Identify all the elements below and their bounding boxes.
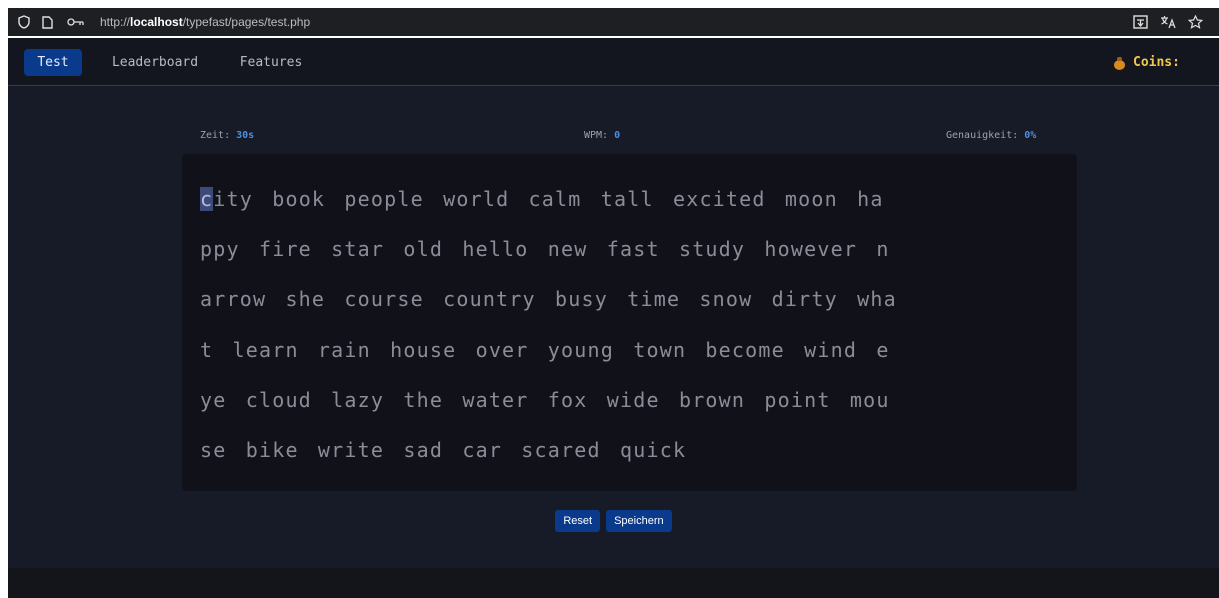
page: http://localhost/typefast/pages/test.php…: [0, 0, 1219, 598]
text-line-6: se bike write sad car scared quick: [200, 438, 687, 462]
shield-icon[interactable]: [17, 14, 31, 30]
browser-actions: [1133, 8, 1203, 36]
url-path: /typefast/pages/test.php: [182, 15, 311, 29]
save-button[interactable]: Speichern: [606, 510, 672, 532]
text-line-4: t learn rain house over young town becom…: [200, 338, 890, 362]
url-host: localhost: [130, 15, 183, 29]
accuracy-stat: Genauigkeit: 0%: [946, 130, 1036, 141]
browser-toolbar: http://localhost/typefast/pages/test.php: [8, 8, 1219, 36]
url-scheme: http://: [100, 15, 131, 29]
bookmark-star-icon[interactable]: [1188, 15, 1203, 29]
nav-leaderboard[interactable]: Leaderboard: [107, 49, 203, 76]
text-line-1-rest: ity book people world calm tall excited …: [213, 187, 884, 211]
reset-button[interactable]: Reset: [555, 510, 601, 532]
text-line-3: arrow she course country busy time snow …: [200, 287, 897, 311]
wpm-value: 0: [614, 130, 621, 141]
nav-test[interactable]: Test: [24, 49, 82, 76]
time-label: Zeit:: [200, 130, 231, 141]
footer: [8, 568, 1219, 598]
nav-features[interactable]: Features: [236, 49, 306, 76]
wpm-stat: WPM: 0: [584, 130, 620, 141]
top-nav: Test Leaderboard Features Coins:: [8, 38, 1219, 86]
translate-icon[interactable]: [1160, 15, 1176, 29]
time-value: 30s: [236, 130, 255, 141]
accuracy-label: Genauigkeit:: [946, 130, 1019, 141]
time-stat: Zeit: 30s: [200, 130, 254, 141]
key-icon[interactable]: [66, 14, 86, 30]
text-line-2: ppy fire star old hello new fast study h…: [200, 237, 890, 261]
accuracy-value: 0%: [1024, 130, 1037, 141]
text-line-1: city book people world calm tall excited…: [200, 184, 884, 214]
coins-display: Coins:: [1113, 49, 1180, 76]
text-line-5: ye cloud lazy the water fox wide brown p…: [200, 388, 890, 412]
coins-label: Coins:: [1133, 55, 1180, 70]
wpm-label: WPM:: [584, 130, 609, 141]
money-bag-icon: [1113, 56, 1125, 70]
reader-view-icon[interactable]: [1133, 15, 1148, 29]
action-buttons: Reset Speichern: [8, 510, 1219, 532]
page-icon: [41, 14, 53, 30]
url-bar[interactable]: http://localhost/typefast/pages/test.php: [100, 8, 310, 36]
current-char-cursor: c: [200, 187, 214, 211]
app-container: Test Leaderboard Features Coins: Zeit: 3…: [8, 38, 1219, 598]
typing-area[interactable]: city book people world calm tall excited…: [182, 154, 1077, 491]
